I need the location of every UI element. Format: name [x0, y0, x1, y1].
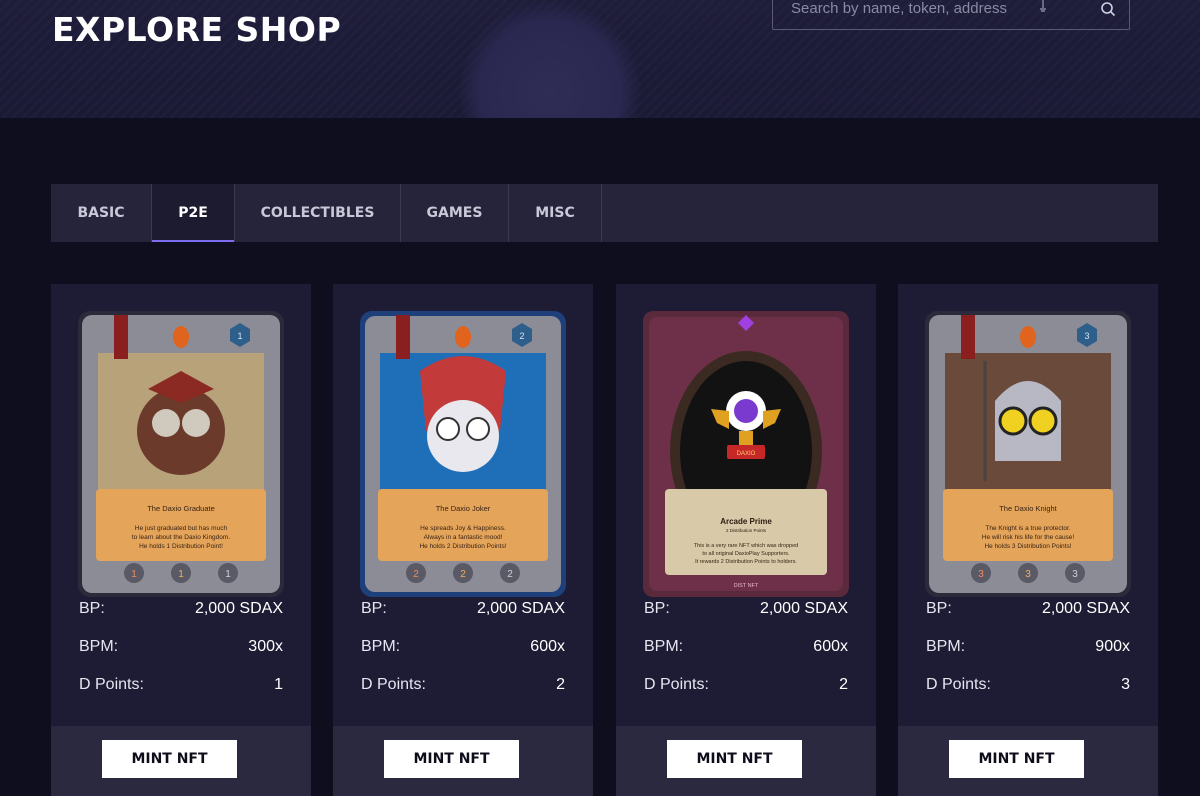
stat-label: BP: [361, 600, 387, 617]
nft-card-description-line: He spreads Joy & Happiness. [420, 525, 506, 532]
nft-badge: 2 [460, 569, 466, 580]
stat-label: BP: [79, 600, 105, 617]
banner-glow [460, 2, 640, 118]
stat-bp: BP: 2,000 SDAX [79, 599, 283, 619]
card-footer: MINT NFT [616, 726, 876, 796]
stat-label: D Points: [79, 676, 144, 693]
stat-value: 600x [530, 638, 565, 655]
stat-label: BP: [926, 600, 952, 617]
stat-value: 2,000 SDAX [476, 600, 565, 617]
stat-bpm: BPM: 600x [644, 637, 848, 657]
stat-value: 3 [1121, 676, 1130, 693]
stat-value: 900x [1095, 638, 1130, 655]
nft-card: The Daxio Joker He spreads Joy & Happine… [333, 284, 593, 796]
nft-badge: 1 [178, 569, 184, 580]
stat-value: 2,000 SDAX [194, 600, 283, 617]
nft-card-description-line: He holds 3 Distribution Points! [984, 543, 1071, 550]
nft-card-name: The Daxio Joker [436, 504, 491, 513]
nft-badge: 3 [1072, 569, 1078, 580]
stat-dpoints: D Points: 2 [361, 675, 565, 695]
stat-label: BPM: [79, 638, 119, 655]
stat-label: D Points: [926, 676, 991, 693]
gem-number: 2 [519, 331, 524, 341]
stat-value: 1 [274, 676, 283, 693]
nft-card-image[interactable]: The Daxio Knight The Knight is a true pr… [925, 311, 1131, 597]
search-box[interactable] [772, 0, 1130, 30]
stat-bpm: BPM: 900x [926, 637, 1130, 657]
nft-card-description-line: This is a very rare NFT which was droppe… [694, 543, 798, 549]
gem-number: 1 [237, 331, 242, 341]
stat-label: BPM: [361, 638, 401, 655]
stat-label: BPM: [926, 638, 966, 655]
nft-card-description-line: The Knight is a true protector. [985, 525, 1070, 532]
stat-value: 2,000 SDAX [1041, 600, 1130, 617]
tab-games[interactable]: GAMES [401, 184, 509, 242]
search-icon[interactable] [1100, 1, 1116, 17]
mint-nft-button[interactable]: MINT NFT [667, 740, 802, 778]
nft-card: The Daxio Graduate He just graduated but… [51, 284, 311, 796]
nft-card-image[interactable]: The Daxio Graduate He just graduated but… [78, 311, 284, 597]
nft-badge: 1 [225, 569, 231, 580]
stat-dpoints: D Points: 2 [644, 675, 848, 695]
mint-nft-button[interactable]: MINT NFT [949, 740, 1084, 778]
nft-card-name: Arcade Prime [720, 517, 772, 526]
tab-p2e[interactable]: P2E [152, 184, 235, 242]
stat-label: BPM: [644, 638, 684, 655]
nft-badge: 2 [507, 569, 513, 580]
card-footer: MINT NFT [333, 726, 593, 796]
tab-collectibles[interactable]: COLLECTIBLES [235, 184, 401, 242]
mint-nft-button[interactable]: MINT NFT [384, 740, 519, 778]
stat-value: 300x [248, 638, 283, 655]
stat-label: BP: [644, 600, 670, 617]
nft-card-name: The Daxio Knight [999, 504, 1057, 513]
nft-badge: 1 [131, 569, 137, 580]
nft-card-description-line: Always in a fantastic mood! [424, 534, 503, 541]
stat-value: 600x [813, 638, 848, 655]
nft-badge: 3 [978, 569, 984, 580]
stat-value: 2 [556, 676, 565, 693]
nft-card: The Daxio Knight The Knight is a true pr… [898, 284, 1158, 796]
gem-number: 3 [1084, 331, 1089, 341]
stat-label: D Points: [361, 676, 426, 693]
nft-card-description-line: He holds 2 Distribution Points! [419, 543, 506, 550]
stat-bp: BP: 2,000 SDAX [926, 599, 1130, 619]
cursor-icon [1040, 0, 1046, 12]
nft-card-description-line: He will risk his life for the cause! [982, 534, 1075, 541]
tab-misc[interactable]: MISC [509, 184, 602, 242]
header-banner: EXPLORE SHOP [0, 0, 1200, 118]
mint-nft-button[interactable]: MINT NFT [102, 740, 237, 778]
card-footer: MINT NFT [51, 726, 311, 796]
stat-bpm: BPM: 300x [79, 637, 283, 657]
nft-card-description-line: to all original DaxioPlay Supporters. [702, 551, 790, 557]
nft-footer-tag: DIST NFT [734, 583, 759, 589]
nft-card-description-line: It rewards 2 Distribution Points to hold… [695, 559, 797, 565]
stat-bp: BP: 2,000 SDAX [361, 599, 565, 619]
category-tabs: BASIC P2E COLLECTIBLES GAMES MISC [51, 184, 1158, 242]
nft-card-description-line: He holds 1 Distribution Point! [139, 543, 223, 550]
nft-card: DAXIO Arcade Prime 2 Distribution Points… [616, 284, 876, 796]
nft-card-description-line: He just graduated but has much [135, 525, 228, 532]
nft-card-description-line: to learn about the Daxio Kingdom. [132, 534, 230, 541]
nft-card-image[interactable]: DAXIO Arcade Prime 2 Distribution Points… [643, 311, 849, 597]
card-footer: MINT NFT [898, 726, 1158, 796]
nft-badge: 2 [413, 569, 419, 580]
stat-label: D Points: [644, 676, 709, 693]
nft-card-subtitle: 2 Distribution Points [726, 528, 767, 533]
nft-card-image[interactable]: The Daxio Joker He spreads Joy & Happine… [360, 311, 566, 597]
tab-basic[interactable]: BASIC [51, 184, 152, 242]
stat-dpoints: D Points: 3 [926, 675, 1130, 695]
stat-bpm: BPM: 600x [361, 637, 565, 657]
trophy-text: DAXIO [737, 451, 756, 457]
nft-badge: 3 [1025, 569, 1031, 580]
stat-value: 2 [839, 676, 848, 693]
nft-card-name: The Daxio Graduate [147, 504, 215, 513]
stat-value: 2,000 SDAX [759, 600, 848, 617]
page-title: EXPLORE SHOP [52, 10, 342, 49]
stat-dpoints: D Points: 1 [79, 675, 283, 695]
stat-bp: BP: 2,000 SDAX [644, 599, 848, 619]
